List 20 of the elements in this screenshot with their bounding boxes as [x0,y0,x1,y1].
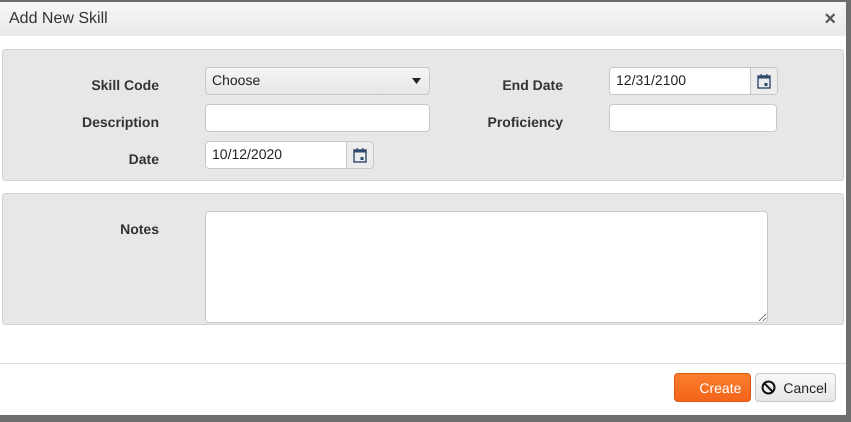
date-field[interactable]: 12/31/2100 [609,67,751,95]
calendar-button[interactable] [751,67,778,95]
caret-icon [412,78,421,84]
input-field[interactable] [609,104,777,132]
field-label: Proficiency [486,112,564,130]
cancel-icon [761,380,776,395]
date-field[interactable]: 10/12/2020 [205,141,347,169]
input-field[interactable] [205,104,430,132]
notes-field[interactable] [205,211,768,323]
calendar-icon [353,148,367,162]
cancel-button[interactable]: Cancel [755,373,836,402]
field-label: Description [80,112,160,130]
close-button[interactable]: × [824,9,836,29]
field-label: Date [128,150,160,166]
field-label: Skill Code [90,76,160,92]
dialog-title: Add New Skill [9,10,108,28]
calendar-button[interactable] [347,141,374,169]
calendar-icon [757,74,771,88]
dropdown[interactable]: Choose [205,67,430,95]
field-label: End Date [501,76,564,92]
